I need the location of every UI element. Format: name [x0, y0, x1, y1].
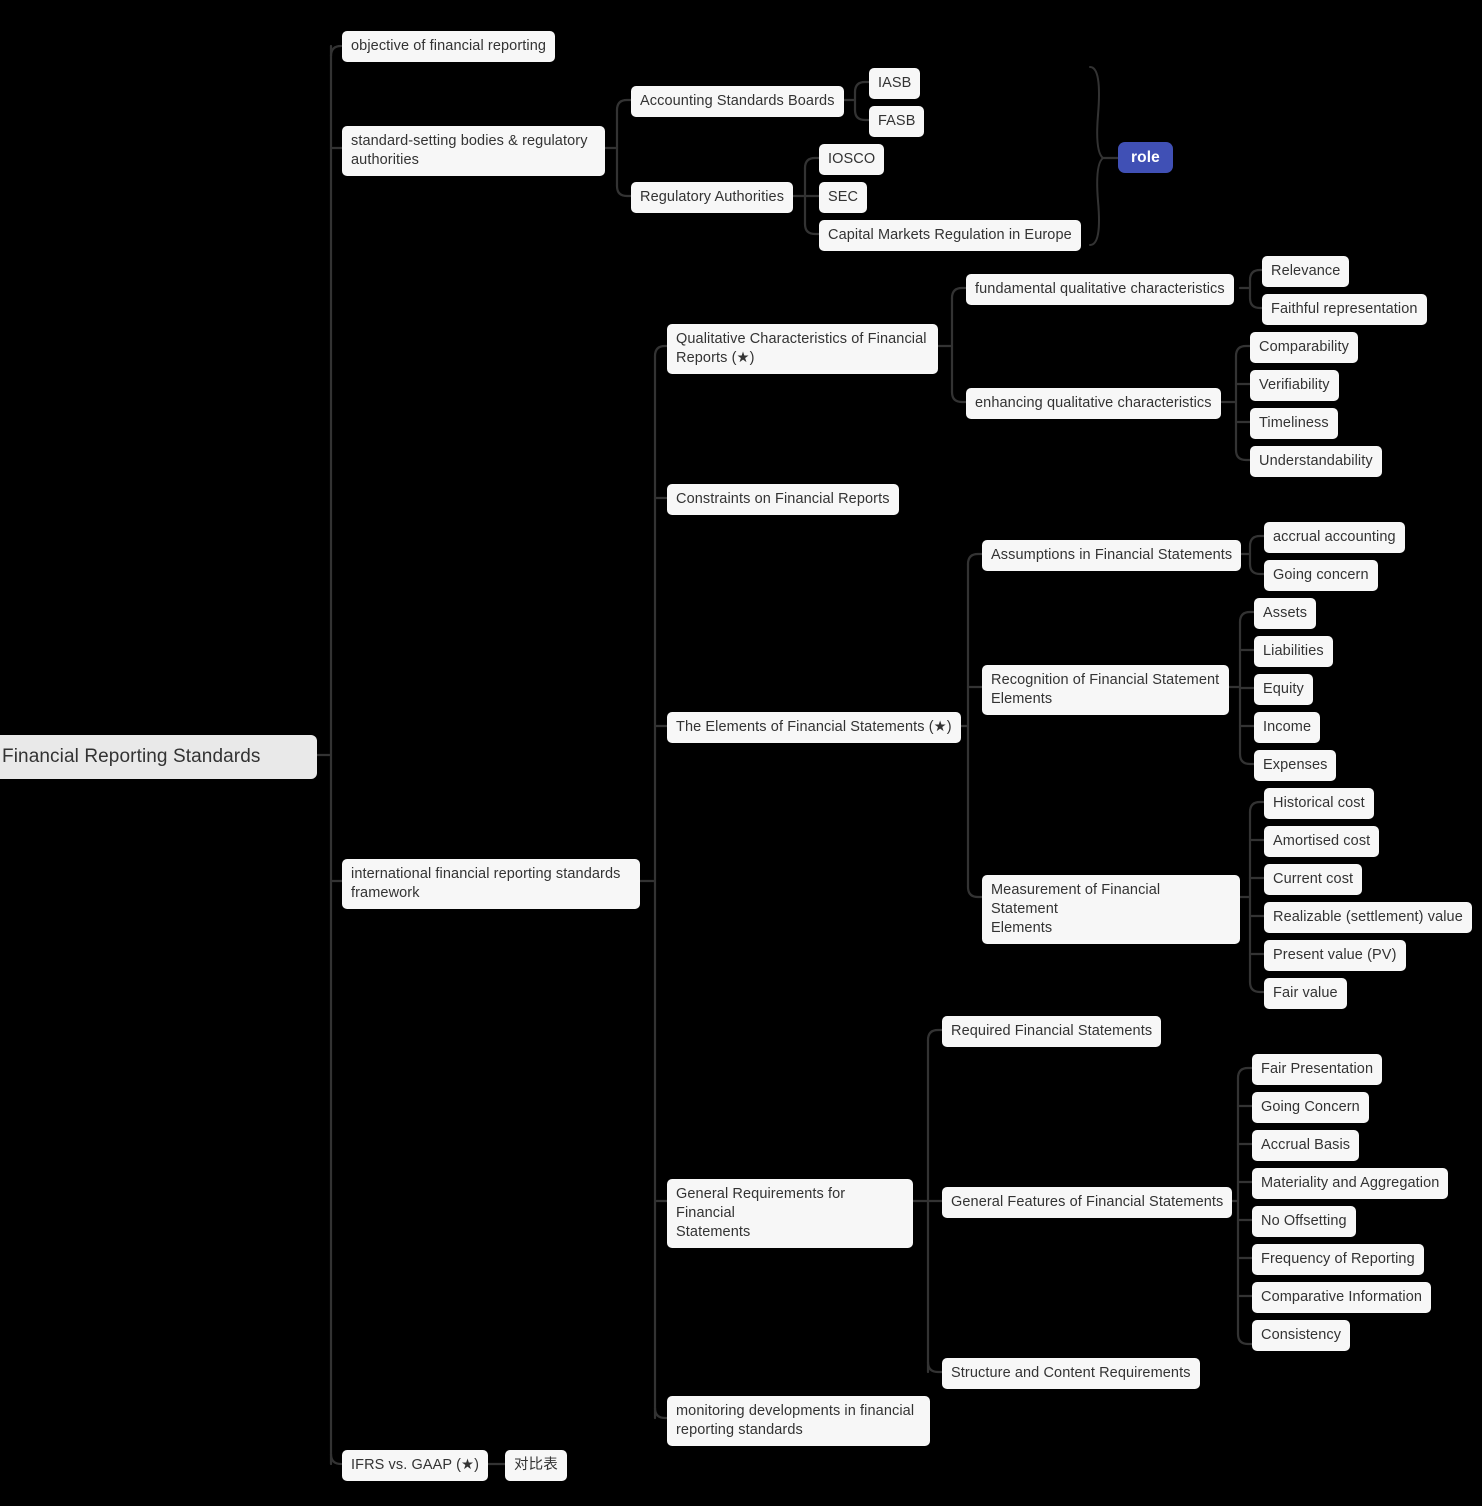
node-frequency-of-reporting[interactable]: Frequency of Reporting [1252, 1244, 1424, 1275]
node-ifrs-vs-gaap[interactable]: IFRS vs. GAAP (★) [342, 1450, 489, 1481]
edge-ra-cmre [803, 222, 821, 236]
edge-el-assumptions [966, 552, 984, 566]
node-verifiability[interactable]: Verifiability [1250, 370, 1339, 401]
node-liabilities[interactable]: Liabilities [1254, 636, 1333, 667]
node-present-value[interactable]: Present value (PV) [1264, 940, 1406, 971]
edge-fund-faithful [1248, 296, 1264, 310]
node-comparability[interactable]: Comparability [1250, 332, 1358, 363]
node-regulatory-authorities[interactable]: Regulatory Authorities [631, 182, 794, 213]
node-comparison-table[interactable]: 对比表 [505, 1450, 567, 1481]
node-going-concern-assumption[interactable]: Going concern [1264, 560, 1378, 591]
node-accrual-basis[interactable]: Accrual Basis [1252, 1130, 1360, 1161]
edge-fw-qc [653, 344, 669, 358]
edge-meas-historical [1248, 800, 1266, 814]
node-ifrs-framework[interactable]: international financial reporting standa… [342, 859, 640, 909]
node-expenses[interactable]: Expenses [1254, 750, 1337, 781]
edge-as-accrual [1248, 534, 1266, 548]
node-historical-cost[interactable]: Historical cost [1264, 788, 1374, 819]
node-equity[interactable]: Equity [1254, 674, 1313, 705]
node-general-features[interactable]: General Features of Financial Statements [942, 1187, 1233, 1218]
node-fair-presentation[interactable]: Fair Presentation [1252, 1054, 1383, 1085]
node-faithful-representation[interactable]: Faithful representation [1262, 294, 1427, 325]
node-income[interactable]: Income [1254, 712, 1321, 743]
node-structure-and-content-requirements[interactable]: Structure and Content Requirements [942, 1358, 1200, 1389]
edge-fund-relevance [1248, 268, 1264, 282]
node-comparative-information[interactable]: Comparative Information [1252, 1282, 1432, 1313]
node-current-cost[interactable]: Current cost [1264, 864, 1363, 895]
node-root[interactable]: Financial Reporting Standards [0, 735, 317, 779]
edge-gr-required [926, 1028, 944, 1042]
node-consistency[interactable]: Consistency [1252, 1320, 1351, 1351]
node-understandability[interactable]: Understandability [1250, 446, 1382, 477]
node-objective-of-financial-reporting[interactable]: objective of financial reporting [342, 31, 556, 62]
node-sec[interactable]: SEC [819, 182, 868, 213]
edge-ss-asb [615, 98, 633, 112]
node-no-offsetting[interactable]: No Offsetting [1252, 1206, 1356, 1237]
node-enhancing-qualitative-characteristics[interactable]: enhancing qualitative characteristics [966, 388, 1221, 419]
node-fasb[interactable]: FASB [869, 106, 925, 137]
node-fundamental-qualitative-characteristics[interactable]: fundamental qualitative characteristics [966, 274, 1234, 305]
node-general-requirements[interactable]: General Requirements for Financial State… [667, 1179, 913, 1248]
edge-ss-ra [615, 184, 633, 198]
node-going-concern-feature[interactable]: Going Concern [1252, 1092, 1369, 1123]
node-accrual-accounting[interactable]: accrual accounting [1264, 522, 1405, 553]
edge-enh-comparability [1234, 344, 1252, 358]
edge-el-measurement [966, 885, 984, 899]
node-constraints-on-financial-reports[interactable]: Constraints on Financial Reports [667, 484, 899, 515]
edge-enh-understandability [1234, 448, 1252, 462]
node-iosco[interactable]: IOSCO [819, 144, 885, 175]
node-fair-value[interactable]: Fair value [1264, 978, 1347, 1009]
node-capital-markets-regulation-europe[interactable]: Capital Markets Regulation in Europe [819, 220, 1081, 251]
edge-asb-iasb [853, 80, 871, 94]
edge-spine-ifrs-gaap [329, 1452, 343, 1466]
edge-brace-role [1089, 66, 1104, 246]
node-recognition-of-elements[interactable]: Recognition of Financial Statement Eleme… [982, 665, 1229, 715]
edge-meas-fairvalue [1248, 980, 1266, 994]
edge-qc-fundamental [950, 286, 968, 300]
node-realizable-value[interactable]: Realizable (settlement) value [1264, 902, 1472, 933]
edge-gr-structure [926, 1360, 944, 1374]
node-iasb[interactable]: IASB [869, 68, 921, 99]
node-materiality-and-aggregation[interactable]: Materiality and Aggregation [1252, 1168, 1449, 1199]
node-role[interactable]: role [1118, 142, 1173, 173]
edge-gf-fair [1236, 1066, 1254, 1080]
node-measurement-of-elements[interactable]: Measurement of Financial Statement Eleme… [982, 875, 1240, 944]
node-accounting-standards-boards[interactable]: Accounting Standards Boards [631, 86, 844, 117]
edge-qc-enhancing [950, 390, 968, 404]
node-amortised-cost[interactable]: Amortised cost [1264, 826, 1380, 857]
mindmap-canvas: Financial Reporting Standards objective … [0, 0, 1482, 1506]
edge-rec-assets [1238, 610, 1256, 624]
node-assumptions-in-financial-statements[interactable]: Assumptions in Financial Statements [982, 540, 1242, 571]
node-qualitative-characteristics[interactable]: Qualitative Characteristics of Financial… [667, 324, 938, 374]
node-assets[interactable]: Assets [1254, 598, 1317, 629]
node-elements-of-financial-statements[interactable]: The Elements of Financial Statements (★) [667, 712, 961, 743]
edge-as-goingconcern [1248, 562, 1266, 576]
node-standard-setting-bodies[interactable]: standard-setting bodies & regulatory aut… [342, 126, 605, 176]
node-monitoring-developments[interactable]: monitoring developments in financial rep… [667, 1396, 930, 1446]
edge-ra-iosco [803, 156, 821, 170]
edge-gf-consistency [1236, 1332, 1254, 1346]
node-required-financial-statements[interactable]: Required Financial Statements [942, 1016, 1162, 1047]
node-relevance[interactable]: Relevance [1262, 256, 1350, 287]
edge-asb-fasb [853, 108, 871, 122]
edge-fw-monitoring [653, 1406, 669, 1420]
edge-rec-expenses [1238, 752, 1256, 766]
node-timeliness[interactable]: Timeliness [1250, 408, 1338, 439]
edge-spine-objective [329, 44, 343, 58]
